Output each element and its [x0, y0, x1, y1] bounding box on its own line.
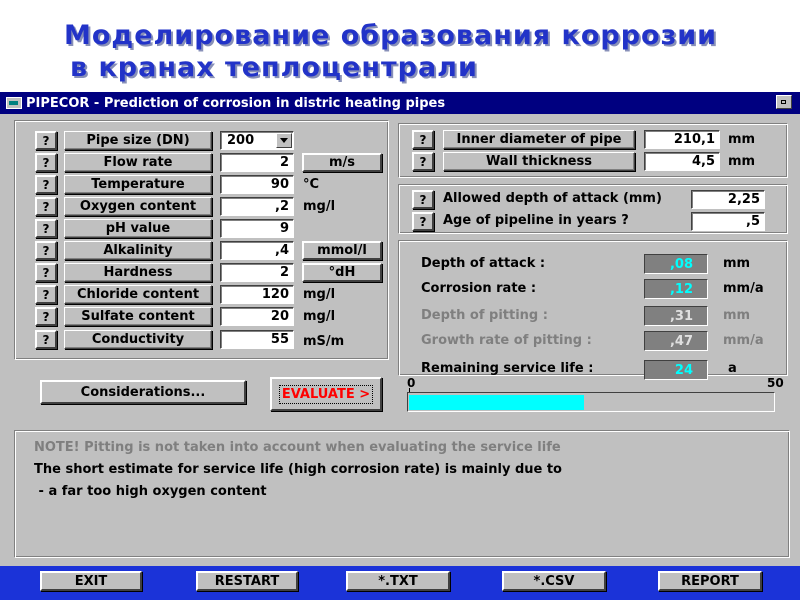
label-alkalinity: Alkalinity: [64, 241, 212, 260]
conductivity-unit: mS/m: [303, 334, 345, 349]
growth-rate-pitting-unit: mm/a: [723, 333, 764, 348]
pipe-size-value: 200: [227, 133, 255, 148]
chloride-content-input[interactable]: 120: [220, 285, 294, 304]
hardness-input[interactable]: 2: [220, 263, 294, 282]
slide-title-line1: Моделирование образования коррозии: [64, 20, 718, 51]
window-title: PIPECOR - Prediction of corrosion in dis…: [26, 95, 446, 111]
help-button-wall-thickness[interactable]: ?: [412, 152, 434, 171]
help-button-oxygen[interactable]: ?: [35, 197, 57, 216]
report-button[interactable]: REPORT: [658, 571, 762, 591]
remaining-life-value: 24: [644, 360, 708, 380]
pipeline-age-input[interactable]: ,5: [691, 212, 765, 231]
help-button-hardness[interactable]: ?: [35, 263, 57, 282]
growth-rate-pitting-value: ,47: [644, 331, 708, 351]
depth-of-pitting-value: ,31: [644, 306, 708, 326]
corrosion-rate-unit: mm/a: [723, 281, 764, 296]
depth-of-attack-unit: mm: [723, 256, 751, 271]
oxygen-unit: mg/l: [303, 199, 336, 214]
app-icon: [6, 97, 22, 109]
sulfate-unit: mg/l: [303, 309, 336, 324]
inner-diameter-unit: mm: [728, 132, 756, 147]
help-button-temperature[interactable]: ?: [35, 175, 57, 194]
label-pipeline-age: Age of pipeline in years ?: [443, 213, 629, 228]
depth-of-pitting-unit: mm: [723, 308, 751, 323]
exit-button[interactable]: EXIT: [40, 571, 142, 591]
label-allowed-depth: Allowed depth of attack (mm): [443, 191, 662, 206]
label-wall-thickness: Wall thickness: [443, 152, 635, 171]
conductivity-input[interactable]: 55: [220, 330, 294, 349]
note-line-estimate: The short estimate for service life (hig…: [34, 462, 562, 477]
allowed-depth-input[interactable]: 2,25: [691, 190, 765, 209]
help-button-flow-rate[interactable]: ?: [35, 153, 57, 172]
evaluate-button[interactable]: EVALUATE >: [270, 377, 382, 411]
window-control-icon[interactable]: [776, 95, 792, 109]
help-button-inner-diameter[interactable]: ?: [412, 130, 434, 149]
help-button-pipeline-age[interactable]: ?: [412, 212, 434, 231]
sulfate-content-input[interactable]: 20: [220, 307, 294, 326]
pipecor-window: PIPECOR - Prediction of corrosion in dis…: [0, 92, 800, 600]
label-conductivity: Conductivity: [64, 330, 212, 349]
help-button-ph[interactable]: ?: [35, 219, 57, 238]
label-depth-of-attack: Depth of attack :: [421, 256, 546, 271]
wall-thickness-input[interactable]: 4,5: [644, 152, 720, 171]
temperature-unit: °C: [303, 177, 320, 192]
help-button-alkalinity[interactable]: ?: [35, 241, 57, 260]
help-button-allowed-depth[interactable]: ?: [412, 190, 434, 209]
label-oxygen-content: Oxygen content: [64, 197, 212, 216]
label-sulfate-content: Sulfate content: [64, 307, 212, 326]
label-growth-rate-pitting: Growth rate of pitting :: [421, 333, 592, 348]
inner-diameter-input[interactable]: 210,1: [644, 130, 720, 149]
label-corrosion-rate: Corrosion rate :: [421, 281, 537, 296]
label-flow-rate: Flow rate: [64, 153, 212, 172]
scale-max-label: 50: [767, 376, 784, 390]
wall-thickness-unit: mm: [728, 154, 756, 169]
save-txt-button[interactable]: *.TXT: [346, 571, 450, 591]
alkalinity-input[interactable]: ,4: [220, 241, 294, 260]
pipe-size-select[interactable]: 200: [220, 131, 294, 150]
help-button-pipe-size[interactable]: ?: [35, 131, 57, 150]
label-pipe-size: Pipe size (DN): [64, 131, 212, 150]
label-hardness: Hardness: [64, 263, 212, 282]
slide-title-line2: в кранах теплоцентрали: [70, 52, 478, 83]
chevron-down-icon[interactable]: [276, 133, 292, 148]
alkalinity-unit-button[interactable]: mmol/l: [302, 241, 382, 260]
save-csv-button[interactable]: *.CSV: [502, 571, 606, 591]
evaluate-label: EVALUATE >: [278, 384, 374, 404]
label-ph-value: pH value: [64, 219, 212, 238]
help-button-sulfate[interactable]: ?: [35, 307, 57, 326]
slide-title: Моделирование образования коррозии в кра…: [64, 20, 784, 84]
corrosion-rate-value: ,12: [644, 279, 708, 299]
service-life-progress-track: [407, 392, 775, 412]
flow-rate-unit-button[interactable]: m/s: [302, 153, 382, 172]
note-line-pitting: NOTE! Pitting is not taken into account …: [34, 440, 561, 455]
ph-value-input[interactable]: 9: [220, 219, 294, 238]
note-line-oxygen: - a far too high oxygen content: [34, 484, 267, 499]
depth-of-attack-value: ,08: [644, 254, 708, 274]
window-titlebar: PIPECOR - Prediction of corrosion in dis…: [0, 92, 800, 114]
chloride-unit: mg/l: [303, 287, 336, 302]
service-life-progress-fill: [409, 395, 584, 410]
label-remaining-life: Remaining service life :: [421, 361, 594, 376]
bottom-button-bar: EXIT RESTART *.TXT *.CSV REPORT: [0, 566, 800, 600]
temperature-input[interactable]: 90: [220, 175, 294, 194]
help-button-chloride[interactable]: ?: [35, 285, 57, 304]
label-temperature: Temperature: [64, 175, 212, 194]
label-depth-of-pitting: Depth of pitting :: [421, 308, 548, 323]
considerations-button[interactable]: Considerations...: [40, 380, 246, 404]
oxygen-content-input[interactable]: ,2: [220, 197, 294, 216]
remaining-life-unit: a: [728, 361, 737, 376]
restart-button[interactable]: RESTART: [196, 571, 298, 591]
label-chloride-content: Chloride content: [64, 285, 212, 304]
help-button-conductivity[interactable]: ?: [35, 330, 57, 349]
flow-rate-input[interactable]: 2: [220, 153, 294, 172]
label-inner-diameter: Inner diameter of pipe: [443, 130, 635, 149]
hardness-unit-button[interactable]: °dH: [302, 263, 382, 282]
